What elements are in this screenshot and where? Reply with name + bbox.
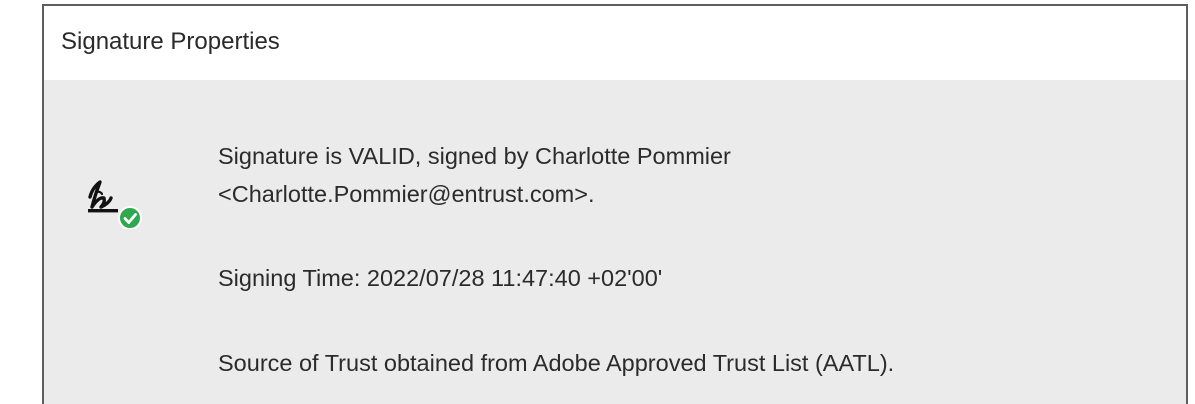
dialog-title: Signature Properties	[61, 28, 280, 55]
signature-properties-dialog: Signature Properties Signature is VALID,…	[42, 4, 1188, 404]
signature-valid-icon	[88, 180, 142, 229]
screenshot-frame: Signature Properties Signature is VALID,…	[0, 0, 1195, 404]
trust-source-text: Source of Trust obtained from Adobe Appr…	[218, 350, 895, 376]
signature-status-text: Signature is VALID, signed by Charlotte …	[218, 143, 731, 169]
dialog-titlebar: Signature Properties	[44, 6, 1186, 80]
signer-email-text: <Charlotte.Pommier@entrust.com>.	[218, 181, 595, 207]
signing-time-text: Signing Time: 2022/07/28 11:47:40 +02'00…	[218, 265, 663, 291]
dialog-body: Signature is VALID, signed by Charlotte …	[44, 80, 1186, 404]
